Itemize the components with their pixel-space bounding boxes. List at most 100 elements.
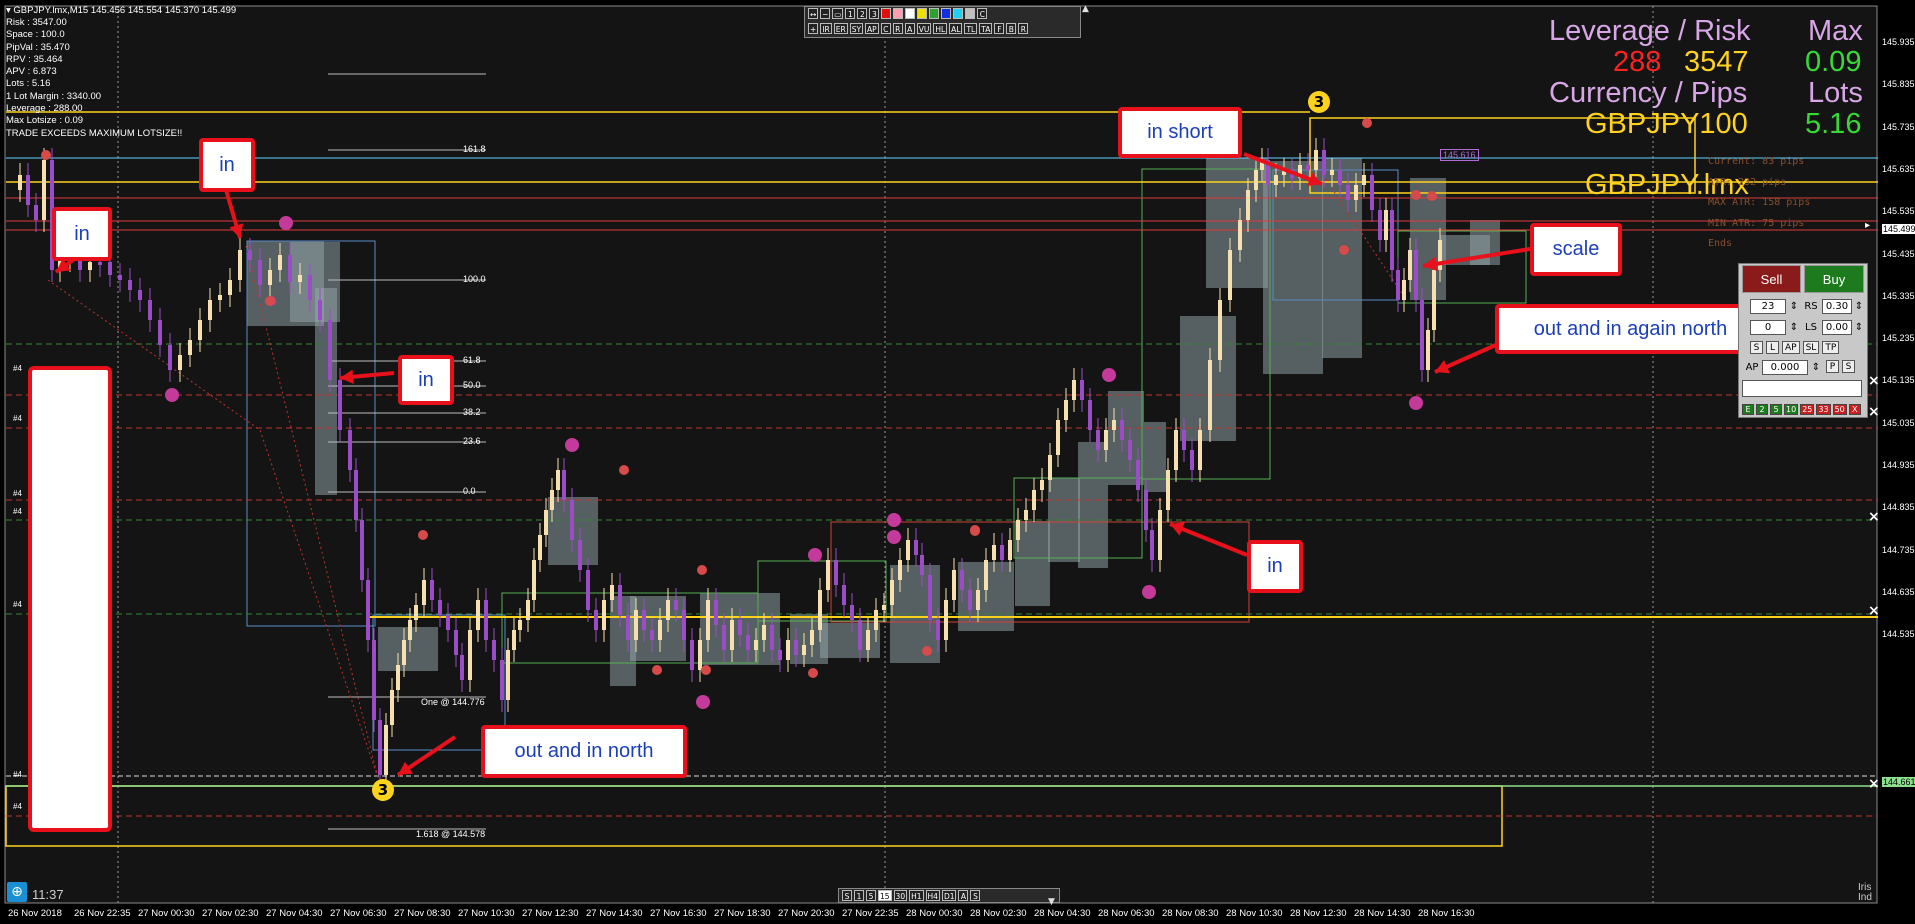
color-red-swatch[interactable]	[881, 8, 892, 19]
hline-tool-icon[interactable]: ─	[820, 8, 831, 19]
color-grey-swatch[interactable]	[965, 8, 976, 19]
toolbar-collapse-icon[interactable]: ▲	[1082, 4, 1089, 14]
quick-lot-button[interactable]: 50	[1832, 404, 1847, 415]
lot-step-spinner-icon[interactable]: ⇕	[1788, 320, 1800, 335]
mode-button-tp[interactable]: TP	[1822, 341, 1840, 354]
tool-button-hl[interactable]: HL	[933, 23, 948, 34]
window-title-text: GBPJPY.lmx,M15 145.456 145.554 145.370 1…	[13, 5, 237, 16]
quick-lot-button[interactable]: X	[1848, 404, 1861, 415]
timeframe-button-15[interactable]: 15	[878, 890, 892, 901]
tool-button-sy[interactable]: SY	[849, 23, 864, 34]
toolbar-row-1: ↔ ─ ▭ 1 2 3 C	[808, 8, 988, 19]
candle-body	[802, 645, 806, 655]
quick-lot-button[interactable]: 25	[1800, 404, 1815, 415]
tool-button-r[interactable]: R	[892, 23, 903, 34]
risk-info-panel: Risk : 3547.00 Space : 100.0 PipVal : 35.4…	[6, 17, 182, 140]
level-tag: #4	[13, 600, 22, 609]
close-line-3-icon[interactable]: ×	[1868, 509, 1880, 525]
tool-button-ap[interactable]: AP	[865, 23, 879, 34]
quick-lot-button[interactable]: 5	[1770, 404, 1782, 415]
tool-button-er[interactable]: ER	[833, 23, 848, 34]
lot-size-spinner-icon[interactable]: ⇕	[1788, 299, 1800, 314]
tool-button-r[interactable]: R	[1018, 23, 1029, 34]
candle-body	[976, 590, 980, 610]
candle-body	[218, 295, 222, 300]
candle-body	[298, 275, 302, 282]
tool-button-al[interactable]: AL	[949, 23, 963, 34]
ap-spinner-icon[interactable]: ⇕	[1810, 360, 1822, 375]
tb-3[interactable]: 3	[869, 8, 880, 19]
timeframe-expand-icon[interactable]: ▼	[1048, 897, 1055, 907]
tool-button-ir[interactable]: IR	[820, 23, 832, 34]
tool-button-tl[interactable]: TL	[964, 23, 978, 34]
timeframe-button-s[interactable]: S	[970, 890, 981, 901]
timeframe-button-a[interactable]: A	[958, 890, 969, 901]
candle-body	[642, 610, 646, 630]
quick-lot-button[interactable]: 33	[1816, 404, 1831, 415]
timeframe-button-s[interactable]: S	[842, 890, 852, 901]
timeframe-button-1[interactable]: 1	[854, 890, 864, 901]
mode-button-sl[interactable]: SL	[1802, 341, 1820, 354]
swing-dot	[165, 388, 179, 402]
candle-body	[348, 430, 352, 470]
scroll-right-icon[interactable]: ▸	[1865, 220, 1870, 231]
tb-2[interactable]: 2	[857, 8, 868, 19]
timeframe-button-30[interactable]: 30	[893, 890, 908, 901]
line-tool-icon[interactable]: ↔	[808, 8, 819, 19]
buy-button[interactable]: Buy	[1804, 265, 1864, 293]
rs-input[interactable]: 0.30	[1822, 299, 1852, 314]
tool-button-ta[interactable]: TA	[979, 23, 993, 34]
quick-lot-button[interactable]: 10	[1784, 404, 1799, 415]
color-cyan-swatch[interactable]	[953, 8, 964, 19]
ls-spinner-icon[interactable]: ⇕	[1853, 320, 1865, 335]
close-line-2-icon[interactable]: ×	[1868, 404, 1880, 420]
sell-button[interactable]: Sell	[1742, 265, 1801, 293]
tool-button-a[interactable]: A	[904, 23, 915, 34]
rect-tool-icon[interactable]: ▭	[832, 8, 844, 19]
quick-lot-button[interactable]: 2	[1756, 404, 1768, 415]
add-icon[interactable]: +	[808, 23, 819, 34]
clock: 11:37	[32, 887, 64, 902]
mode-button-s[interactable]: S	[1750, 341, 1763, 354]
candle-body	[1208, 360, 1212, 430]
timeframe-button-5[interactable]: 5	[866, 890, 876, 901]
lot-size-input[interactable]: 23	[1750, 299, 1786, 314]
candle-body	[594, 610, 598, 630]
candle-body	[762, 625, 766, 640]
timeframe-button-d1[interactable]: D1	[941, 890, 957, 901]
timeframe-button-h1[interactable]: H1	[909, 890, 924, 901]
timeframe-button-h4[interactable]: H4	[925, 890, 940, 901]
color-white-swatch[interactable]	[905, 8, 916, 19]
ap-button-p[interactable]: P	[1826, 360, 1839, 373]
ls-input[interactable]: 0.00	[1822, 320, 1852, 335]
ap-input[interactable]: 0.000	[1762, 360, 1808, 375]
time-tick: 28 Nov 14:30	[1354, 908, 1411, 919]
mode-button-ap[interactable]: AP	[1782, 341, 1800, 354]
ap-button-s[interactable]: S	[1842, 360, 1855, 373]
candle-body	[378, 720, 382, 775]
candle-body	[786, 640, 790, 660]
color-pink-swatch[interactable]	[893, 8, 904, 19]
mode-button-l[interactable]: L	[1766, 341, 1779, 354]
connection-icon[interactable]: ⊕	[7, 882, 27, 902]
close-line-5-icon[interactable]: ×	[1868, 776, 1880, 792]
quick-lot-button[interactable]: E	[1742, 404, 1754, 415]
tb-1[interactable]: 1	[845, 8, 856, 19]
close-line-1-icon[interactable]: ×	[1868, 373, 1880, 389]
close-line-4-icon[interactable]: ×	[1868, 603, 1880, 619]
lot-step-input[interactable]: 0	[1750, 320, 1786, 335]
rs-spinner-icon[interactable]: ⇕	[1853, 299, 1865, 314]
tool-button-c[interactable]: C	[880, 23, 891, 34]
color-blue-swatch[interactable]	[941, 8, 952, 19]
tb-c[interactable]: C	[977, 8, 988, 19]
color-yellow-swatch[interactable]	[917, 8, 928, 19]
tool-button-f[interactable]: F	[994, 23, 1005, 34]
tool-button-b[interactable]: B	[1006, 23, 1017, 34]
tool-button-vu[interactable]: VU	[916, 23, 932, 34]
candle-body	[866, 630, 870, 650]
comment-input[interactable]	[1742, 380, 1862, 397]
color-green-swatch[interactable]	[929, 8, 940, 19]
callout-in-2: in	[199, 138, 255, 192]
time-tick: 27 Nov 22:35	[842, 908, 899, 919]
candle-body	[390, 690, 394, 725]
